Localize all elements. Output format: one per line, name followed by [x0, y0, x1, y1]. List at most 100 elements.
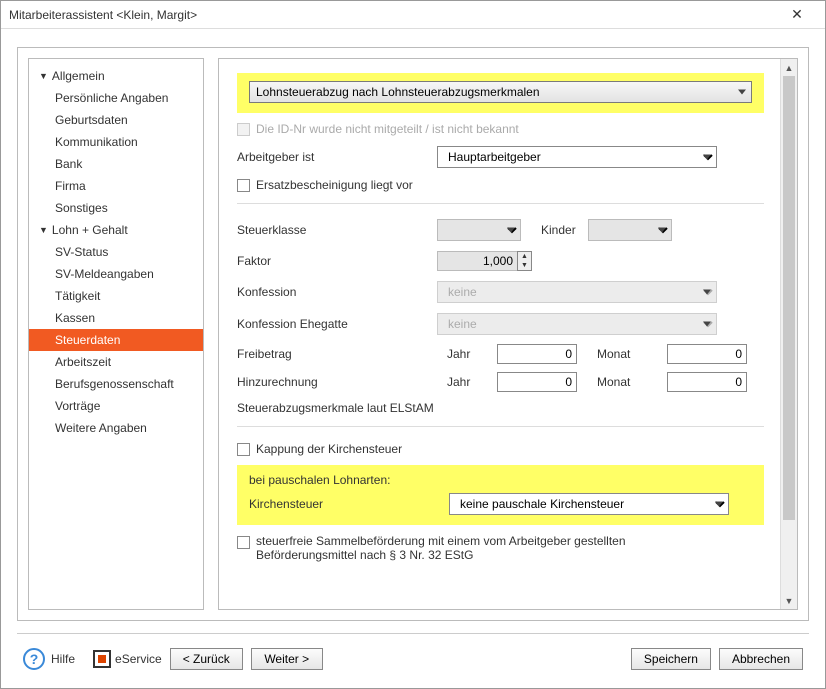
label-jahr: Jahr [447, 375, 487, 389]
row-id-unknown: Die ID-Nr wurde nicht mitgeteilt / ist n… [237, 117, 764, 141]
row-ersatz: Ersatzbescheinigung liegt vor [237, 173, 764, 197]
eservice-link[interactable]: eService [93, 650, 162, 668]
row-kirchensteuer: Kirchensteuer keine pauschale Kirchenste… [249, 493, 752, 515]
highlight-kirchensteuer: bei pauschalen Lohnarten: Kirchensteuer … [237, 465, 764, 525]
sidebar-group-lohn[interactable]: ▼ Lohn + Gehalt [29, 219, 203, 241]
back-button[interactable]: < Zurück [170, 648, 243, 670]
steuerklasse-dropdown[interactable] [437, 219, 521, 241]
next-button[interactable]: Weiter > [251, 648, 323, 670]
label-konfession: Konfession [237, 285, 437, 299]
sidebar-item-firma[interactable]: Firma [29, 175, 203, 197]
label-steuerklasse: Steuerklasse [237, 223, 437, 237]
sidebar-item-bg[interactable]: Berufsgenossenschaft [29, 373, 203, 395]
checkbox-box[interactable] [237, 179, 250, 192]
titlebar: Mitarbeiterassistent <Klein, Margit> ✕ [1, 1, 825, 29]
row-steuerklasse: Steuerklasse Kinder [237, 214, 764, 246]
eservice-icon [93, 650, 111, 668]
kinder-select[interactable] [588, 219, 672, 241]
freibetrag-jahr-input[interactable] [497, 344, 577, 364]
label-hinzurechnung: Hinzurechnung [237, 375, 437, 389]
scroll-down-icon[interactable]: ▼ [781, 592, 797, 609]
kirchensteuer-dropdown[interactable]: keine pauschale Kirchensteuer [449, 493, 729, 515]
window-title: Mitarbeiterassistent <Klein, Margit> [9, 8, 777, 22]
main-area: ▼ Allgemein Persönliche Angaben Geburtsd… [17, 47, 809, 621]
footer: ? Hilfe eService < Zurück Weiter > Speic… [17, 633, 809, 676]
faktor-spinner[interactable]: ▲▼ [437, 251, 532, 271]
lohnsteuer-mode-select[interactable]: Lohnsteuerabzug nach Lohnsteuerabzugsmer… [249, 81, 752, 103]
arbeitgeber-select[interactable]: Hauptarbeitgeber [437, 146, 717, 168]
row-freibetrag: Freibetrag Jahr Monat [237, 340, 764, 368]
sidebar-item-persoenliche[interactable]: Persönliche Angaben [29, 87, 203, 109]
content: Lohnsteuerabzug nach Lohnsteuerabzugsmer… [219, 59, 780, 609]
faktor-input[interactable] [437, 251, 517, 271]
row-kappung: Kappung der Kirchensteuer [237, 437, 764, 461]
separator [237, 426, 764, 427]
separator [237, 203, 764, 204]
label-pausch-header: bei pauschalen Lohnarten: [249, 473, 752, 493]
row-faktor: Faktor ▲▼ [237, 246, 764, 276]
sidebar-item-svmelde[interactable]: SV-Meldeangaben [29, 263, 203, 285]
sidebar-item-arbeitszeit[interactable]: Arbeitszeit [29, 351, 203, 373]
row-arbeitgeber: Arbeitgeber ist Hauptarbeitgeber [237, 141, 764, 173]
scrollbar[interactable]: ▲ ▼ [780, 59, 797, 609]
checkbox-id-unknown: Die ID-Nr wurde nicht mitgeteilt / ist n… [237, 122, 519, 136]
sidebar-item-svstatus[interactable]: SV-Status [29, 241, 203, 263]
cancel-button[interactable]: Abbrechen [719, 648, 803, 670]
label-monat: Monat [597, 347, 657, 361]
row-hinzurechnung: Hinzurechnung Jahr Monat [237, 368, 764, 396]
scroll-thumb[interactable] [783, 76, 795, 520]
sidebar-item-bank[interactable]: Bank [29, 153, 203, 175]
label-freibetrag: Freibetrag [237, 347, 437, 361]
sidebar-item-vortraege[interactable]: Vorträge [29, 395, 203, 417]
checkbox-kappung[interactable]: Kappung der Kirchensteuer [237, 442, 402, 456]
label-konfession-eg: Konfession Ehegatte [237, 317, 437, 331]
sidebar-item-steuerdaten[interactable]: Steuerdaten [29, 329, 203, 351]
help-icon: ? [23, 648, 45, 670]
sidebar-item-geburtsdaten[interactable]: Geburtsdaten [29, 109, 203, 131]
row-konfession-eg: Konfession Ehegatte keine [237, 308, 764, 340]
konfession-eg-select: keine [437, 313, 717, 335]
chevron-down-icon: ▼ [39, 225, 48, 235]
sidebar-item-taetigkeit[interactable]: Tätigkeit [29, 285, 203, 307]
save-button[interactable]: Speichern [631, 648, 711, 670]
label-kinder: Kinder [541, 223, 576, 237]
sidebar-item-kassen[interactable]: Kassen [29, 307, 203, 329]
footer-left: ? Hilfe eService [23, 648, 162, 670]
spinner-buttons[interactable]: ▲▼ [517, 251, 532, 271]
row-konfession: Konfession keine [237, 276, 764, 308]
lohnsteuer-mode-dropdown[interactable]: Lohnsteuerabzug nach Lohnsteuerabzugsmer… [249, 81, 752, 103]
label-monat: Monat [597, 375, 657, 389]
kinder-dropdown[interactable] [588, 219, 672, 241]
checkbox-box[interactable] [237, 443, 250, 456]
checkbox-box[interactable] [237, 536, 250, 549]
body: ▼ Allgemein Persönliche Angaben Geburtsd… [1, 29, 825, 688]
scroll-up-icon[interactable]: ▲ [781, 59, 797, 76]
scroll-track[interactable] [781, 76, 797, 592]
label-arbeitgeber: Arbeitgeber ist [237, 150, 437, 164]
arbeitgeber-dropdown[interactable]: Hauptarbeitgeber [437, 146, 717, 168]
freibetrag-monat-input[interactable] [667, 344, 747, 364]
label-jahr: Jahr [447, 347, 487, 361]
highlight-lohnsteuer: Lohnsteuerabzug nach Lohnsteuerabzugsmer… [237, 73, 764, 113]
sidebar-item-kommunikation[interactable]: Kommunikation [29, 131, 203, 153]
content-wrap: Lohnsteuerabzug nach Lohnsteuerabzugsmer… [218, 58, 798, 610]
konfession-select: keine [437, 281, 717, 303]
sidebar-group-allgemein[interactable]: ▼ Allgemein [29, 65, 203, 87]
kirchensteuer-select[interactable]: keine pauschale Kirchensteuer [449, 493, 729, 515]
checkbox-ersatz[interactable]: Ersatzbescheinigung liegt vor [237, 178, 413, 192]
chevron-down-icon: ▼ [39, 71, 48, 81]
hinzurechnung-monat-input[interactable] [667, 372, 747, 392]
sidebar-item-sonstiges[interactable]: Sonstiges [29, 197, 203, 219]
steuerklasse-select[interactable] [437, 219, 521, 241]
sidebar: ▼ Allgemein Persönliche Angaben Geburtsd… [28, 58, 204, 610]
checkbox-sammel[interactable]: steuerfreie Sammelbeförderung mit einem … [237, 534, 696, 562]
konfession-eg-dropdown: keine [437, 313, 717, 335]
sidebar-item-weitere[interactable]: Weitere Angaben [29, 417, 203, 439]
close-icon[interactable]: ✕ [777, 6, 817, 23]
konfession-dropdown: keine [437, 281, 717, 303]
window: Mitarbeiterassistent <Klein, Margit> ✕ ▼… [0, 0, 826, 689]
label-kirchensteuer: Kirchensteuer [249, 497, 449, 511]
hinzurechnung-jahr-input[interactable] [497, 372, 577, 392]
checkbox-box [237, 123, 250, 136]
help-link[interactable]: ? Hilfe [23, 648, 75, 670]
